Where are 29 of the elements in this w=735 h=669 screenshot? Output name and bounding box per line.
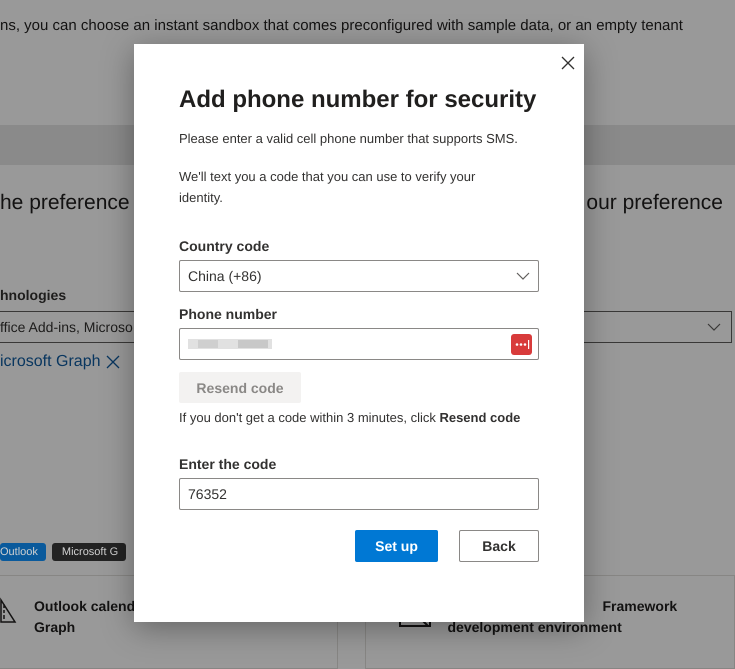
- hint-text: If you don't get a code within 3 minutes, click Resend code: [179, 409, 522, 427]
- selected-chip-label: icrosoft Graph: [0, 353, 100, 371]
- close-icon[interactable]: [560, 54, 576, 72]
- field-label: hnologies: [0, 287, 66, 303]
- card-title: development environment: [448, 618, 623, 637]
- field-label: Country code: [179, 238, 270, 254]
- field-label: Enter the code: [179, 456, 278, 472]
- card-title: Graph: [34, 618, 76, 637]
- password-manager-icon[interactable]: [511, 334, 532, 354]
- card-title: Outlook calend: [34, 597, 136, 616]
- field-label: Phone number: [179, 306, 278, 322]
- code-input-field[interactable]: 76352: [179, 478, 539, 510]
- setup-button[interactable]: Set up: [355, 530, 438, 562]
- chevron-down-icon: [707, 323, 721, 331]
- country-code-select[interactable]: China (+86): [179, 260, 539, 292]
- section-heading: he preference: [0, 191, 130, 216]
- instruction-text: We'll text you a code that you can use to verify your identity.: [179, 168, 476, 207]
- chevron-down-icon: [516, 272, 530, 280]
- ruler-icon: [0, 596, 18, 626]
- card-title: Framework: [602, 597, 678, 616]
- tag: Microsoft G: [52, 543, 126, 561]
- dialog-title: Add phone number for security: [179, 86, 538, 114]
- phone-number-field[interactable]: [179, 328, 539, 360]
- tag: Outlook: [0, 543, 46, 561]
- back-button[interactable]: Back: [459, 530, 539, 562]
- intro-text: ns, you can choose an instant sandbox that comes preconfigured with sample data, or an empty tenant: [0, 17, 684, 34]
- section-heading: our preference: [586, 191, 723, 216]
- remove-icon[interactable]: [106, 355, 120, 369]
- instruction-text: Please enter a valid cell phone number that supports SMS.: [179, 130, 519, 148]
